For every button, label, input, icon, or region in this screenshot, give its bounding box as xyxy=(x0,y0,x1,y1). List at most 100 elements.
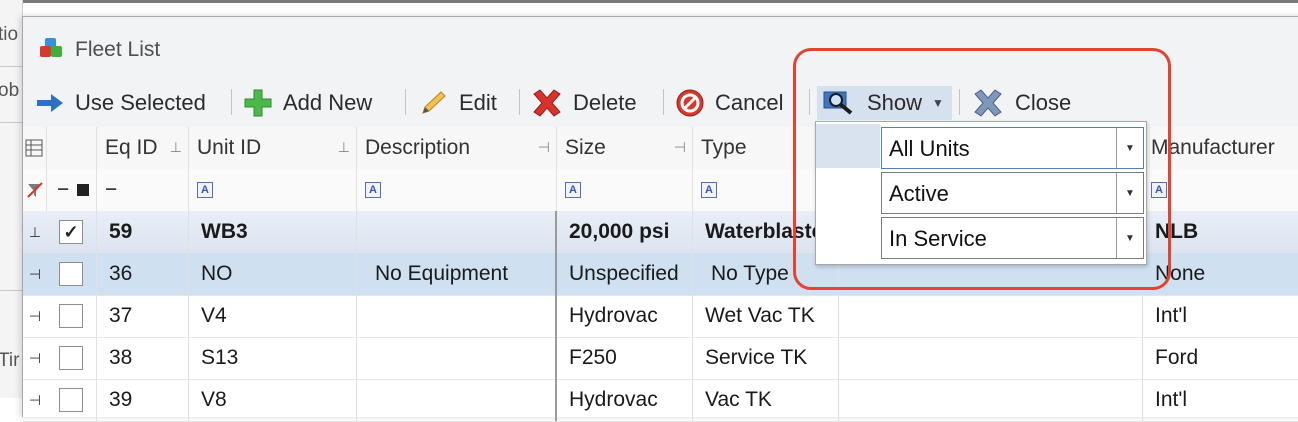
cell-eq-id[interactable]: 36 xyxy=(97,253,189,295)
table-row[interactable]: ⊣ 39 V8 Hydrovac Vac TK Int'l xyxy=(23,379,1298,422)
table-row[interactable]: ⊣ 38 S13 F250 Service TK Ford xyxy=(23,337,1298,380)
pin-icon[interactable]: ⊣ xyxy=(23,379,47,421)
cell-size[interactable]: F250 xyxy=(557,337,693,379)
pin-icon[interactable]: ⊥ xyxy=(338,139,350,156)
cell-type[interactable]: Wet Vac TK xyxy=(693,295,839,337)
column-chooser-icon[interactable] xyxy=(23,127,47,169)
add-new-button[interactable]: Add New xyxy=(243,87,372,119)
header-description[interactable]: Description ⊣ xyxy=(357,127,557,169)
row-checkbox-cell[interactable] xyxy=(47,379,97,421)
pin-icon[interactable]: ⊣ xyxy=(674,139,686,156)
show-button[interactable]: Show ▼ xyxy=(817,86,952,120)
clear-filter-icon[interactable] xyxy=(23,169,47,211)
filter-text-icon: A xyxy=(701,182,717,198)
background-text: ob xyxy=(0,80,20,101)
cell-manufacturer[interactable]: None xyxy=(1143,253,1298,295)
background-divider xyxy=(0,66,22,67)
filter-operator: − xyxy=(57,178,70,201)
filter-text-icon: A xyxy=(365,182,381,198)
header-unit-id[interactable]: Unit ID ⊥ xyxy=(189,127,357,169)
cell-size[interactable]: Hydrovac xyxy=(557,295,693,337)
table-row[interactable]: ⊣ 37 V4 Hydrovac Wet Vac TK Int'l xyxy=(23,295,1298,338)
cell-description[interactable] xyxy=(357,295,557,337)
header-size[interactable]: Size ⊣ xyxy=(557,127,693,169)
filter-size[interactable]: A xyxy=(557,169,693,211)
filter-text-icon: A xyxy=(197,182,213,198)
cell-manufacturer[interactable]: NLB xyxy=(1143,211,1298,253)
delete-button[interactable]: Delete xyxy=(531,87,637,119)
cell-manufacturer[interactable]: Ford xyxy=(1143,337,1298,379)
chevron-down-icon[interactable]: ▼ xyxy=(1116,173,1143,213)
pin-icon[interactable]: ⊣ xyxy=(538,139,550,156)
edit-button[interactable]: Edit xyxy=(419,87,497,119)
magnifier-icon xyxy=(823,91,853,115)
pin-icon[interactable]: ⊣ xyxy=(23,253,47,295)
filter-description[interactable]: A xyxy=(357,169,557,211)
header-manufacturer[interactable]: Manufacturer xyxy=(1143,127,1298,169)
filter-eq-id[interactable]: − xyxy=(97,169,189,211)
arrow-right-icon xyxy=(37,94,63,112)
row-checkbox[interactable] xyxy=(59,388,83,412)
cell-description[interactable] xyxy=(357,379,557,421)
filter-all-units-label: All Units xyxy=(889,136,970,161)
filter-in-service-label: In Service xyxy=(889,226,987,251)
filter-text-icon: A xyxy=(565,182,581,198)
cell-type[interactable]: Service TK xyxy=(693,337,839,379)
fleet-app-icon xyxy=(40,38,62,57)
row-checkbox-cell[interactable] xyxy=(47,295,97,337)
cell-description[interactable] xyxy=(357,337,557,379)
cell-unit-id[interactable]: V8 xyxy=(189,379,357,421)
chevron-down-icon[interactable]: ▼ xyxy=(1116,218,1143,258)
cell-unit-id[interactable]: V4 xyxy=(189,295,357,337)
row-checkbox[interactable] xyxy=(59,346,83,370)
header-select[interactable] xyxy=(47,127,97,169)
cell-eq-id[interactable]: 59 xyxy=(97,211,189,253)
cell-eq-id[interactable]: 39 xyxy=(97,379,189,421)
cell-empty xyxy=(839,379,1143,421)
filter-unit-id[interactable]: A xyxy=(189,169,357,211)
row-checkbox[interactable]: ✓ xyxy=(59,220,83,244)
cell-description[interactable] xyxy=(357,211,557,253)
window-title: Fleet List xyxy=(75,38,161,61)
title-bar[interactable]: Fleet List xyxy=(23,17,1298,81)
row-checkbox[interactable] xyxy=(59,262,83,286)
header-eq-id[interactable]: Eq ID ⊥ xyxy=(97,127,189,169)
cell-type[interactable]: Vac TK xyxy=(693,379,839,421)
pin-icon[interactable]: ⊥ xyxy=(170,139,182,156)
filter-all-units[interactable]: All Units ▼ xyxy=(881,127,1144,169)
cell-unit-id[interactable]: S13 xyxy=(189,337,357,379)
cell-size[interactable]: Unspecified xyxy=(557,253,693,295)
filter-in-service[interactable]: In Service ▼ xyxy=(881,217,1144,259)
filter-select[interactable]: − xyxy=(47,169,97,211)
pin-icon[interactable]: ⊥ xyxy=(23,211,47,253)
cell-description[interactable]: No Equipment xyxy=(357,253,557,295)
cell-manufacturer[interactable]: Int'l xyxy=(1143,379,1298,421)
pin-icon[interactable]: ⊣ xyxy=(23,295,47,337)
plus-icon xyxy=(244,89,272,117)
filter-active[interactable]: Active ▼ xyxy=(881,172,1144,214)
delete-label: Delete xyxy=(573,90,637,115)
chevron-down-icon[interactable]: ▼ xyxy=(1116,128,1143,168)
cancel-button[interactable]: Cancel xyxy=(675,87,783,119)
background-text: Tir xyxy=(0,350,20,371)
cell-size[interactable]: 20,000 psi xyxy=(557,211,693,253)
row-checkbox-cell[interactable] xyxy=(47,337,97,379)
cell-unit-id[interactable]: NO xyxy=(189,253,357,295)
background-app: tio ob Tir xyxy=(0,0,23,398)
use-selected-label: Use Selected xyxy=(75,90,206,115)
filter-manufacturer[interactable]: A xyxy=(1143,169,1298,211)
cancel-icon xyxy=(676,89,704,117)
use-selected-button[interactable]: Use Selected xyxy=(35,87,206,119)
cell-unit-id[interactable]: WB3 xyxy=(189,211,357,253)
cell-manufacturer[interactable]: Int'l xyxy=(1143,295,1298,337)
filter-active-label: Active xyxy=(889,181,949,206)
pin-icon[interactable]: ⊣ xyxy=(23,337,47,379)
cell-eq-id[interactable]: 37 xyxy=(97,295,189,337)
row-checkbox[interactable] xyxy=(59,304,83,328)
row-checkbox-cell[interactable] xyxy=(47,253,97,295)
row-checkbox-cell[interactable]: ✓ xyxy=(47,211,97,253)
cell-size[interactable]: Hydrovac xyxy=(557,379,693,421)
close-button[interactable]: Close xyxy=(971,87,1071,119)
header-unit-id-label: Unit ID xyxy=(197,136,262,159)
cell-eq-id[interactable]: 38 xyxy=(97,337,189,379)
